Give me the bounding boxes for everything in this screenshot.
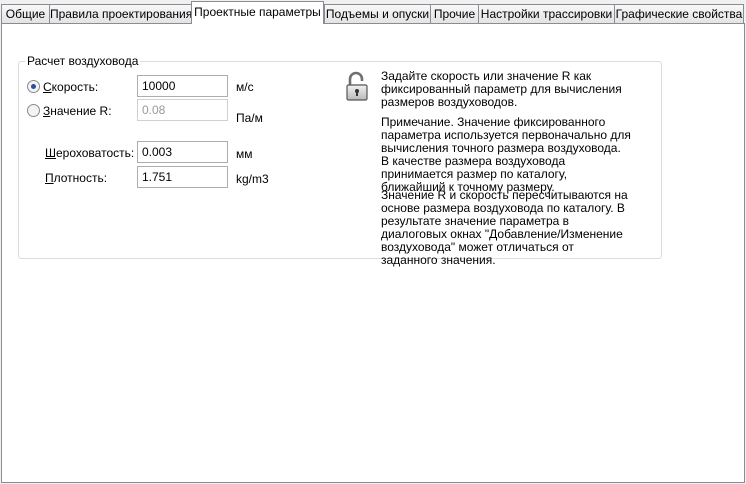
tab-design-parameters[interactable]: Проектные параметры	[191, 1, 324, 24]
info-paragraph-3: Значение R и скорость пересчитываются на…	[381, 188, 628, 267]
tab-rises-drops[interactable]: Подъемы и опуски	[324, 4, 431, 23]
group-title: Расчет воздуховода	[25, 54, 141, 68]
unlocked-padlock-icon[interactable]	[345, 71, 369, 101]
info-paragraph-2: Примечание. Значение фиксированного пара…	[381, 115, 631, 194]
roughness-label: Шероховатость:	[45, 146, 135, 160]
roughness-input[interactable]	[137, 141, 228, 163]
speed-input[interactable]	[137, 75, 228, 97]
density-input[interactable]	[137, 166, 228, 188]
density-label: Плотность:	[45, 171, 108, 185]
info-paragraph-1: Задайте скорость или значение R как фикс…	[381, 69, 622, 109]
r-value-label: Значение R:	[43, 104, 112, 118]
r-value-input[interactable]	[137, 99, 228, 121]
radio-selected-dot	[31, 84, 36, 89]
tab-routing-settings[interactable]: Настройки трассировки	[478, 4, 615, 23]
tab-design-rules[interactable]: Правила проектирования	[49, 4, 192, 23]
speed-radio[interactable]	[27, 80, 40, 93]
speed-unit: м/с	[236, 80, 254, 94]
density-unit: kg/m3	[236, 172, 269, 186]
r-value-radio[interactable]	[27, 104, 40, 117]
r-value-unit: Па/м	[236, 111, 263, 125]
tab-graphic-properties[interactable]: Графические свойства	[614, 4, 744, 23]
tab-general[interactable]: Общие	[1, 4, 50, 23]
tab-bar: Общие Правила проектирования Проектные п…	[0, 0, 746, 24]
roughness-unit: мм	[236, 147, 253, 161]
speed-label: Скорость:	[43, 80, 99, 94]
tab-other[interactable]: Прочие	[430, 4, 479, 23]
